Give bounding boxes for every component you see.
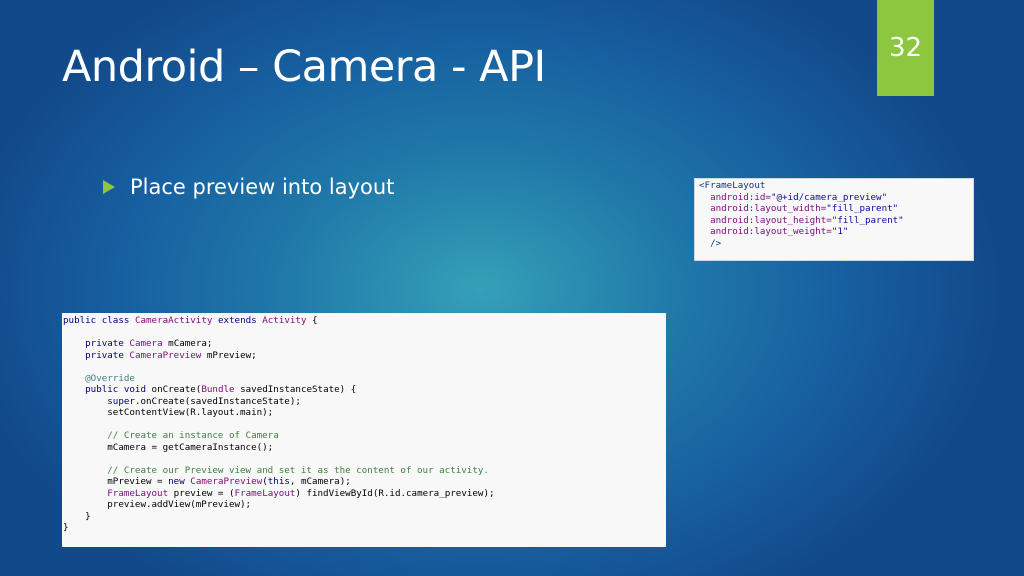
slide-title: Android – Camera - API <box>62 42 546 92</box>
code-token: mCamera = getCameraInstance(); <box>107 441 274 453</box>
code-token: , mCamera); <box>289 476 351 487</box>
code-token: setContentView(R.layout.main); <box>107 407 274 418</box>
page-number: 32 <box>888 33 923 63</box>
java-code-block: public class CameraActivity extends Acti… <box>62 313 666 547</box>
code-token: Activity <box>262 315 307 326</box>
xml-code-block: <FrameLayout android:id="@+id/camera_pre… <box>694 178 974 261</box>
code-token: mPreview = <box>107 476 163 487</box>
code-token: preview = ( <box>173 487 235 499</box>
code-token: "fill_parent" <box>831 214 904 226</box>
code-token: } <box>85 510 91 522</box>
code-token: CameraActivity <box>134 315 213 326</box>
bullet-item: Place preview into layout <box>103 175 394 199</box>
bullet-text: Place preview into layout <box>130 175 395 199</box>
page-number-badge: 32 <box>877 0 934 96</box>
code-token: @Override <box>85 372 135 384</box>
code-token: Bundle <box>201 384 235 395</box>
code-token: savedInstanceState) { <box>240 384 357 395</box>
code-token: this <box>267 476 290 487</box>
code-token: onCreate( <box>151 384 202 395</box>
code-comment: // Create our Preview view and set it as… <box>107 464 489 476</box>
code-token: } <box>63 522 69 533</box>
code-token: "@+id/camera_preview" <box>770 191 888 203</box>
code-comment: // Create an instance of Camera <box>107 430 279 441</box>
code-token: new <box>168 476 185 487</box>
code-token: CameraPreview <box>190 476 263 487</box>
code-token: private <box>85 338 124 349</box>
code-token: android:id= <box>710 191 771 203</box>
code-token: super <box>107 395 135 407</box>
code-token: public void <box>85 384 146 395</box>
code-token: android:layout_height= <box>710 214 832 226</box>
code-token: "1" <box>831 226 849 237</box>
triangle-bullet-icon <box>103 180 115 194</box>
code-token: mPreview; <box>206 349 257 361</box>
code-token: public class <box>63 315 130 326</box>
code-token: .onCreate(savedInstanceState); <box>134 395 301 407</box>
code-token: FrameLayout <box>234 487 296 499</box>
code-token: { <box>312 315 318 326</box>
code-token: Camera <box>129 338 163 349</box>
code-token: "fill_parent" <box>826 203 899 214</box>
code-token: android:layout_weight= <box>710 226 832 237</box>
code-token: mCamera; <box>168 338 213 349</box>
code-token: extends <box>217 315 257 326</box>
code-token: ) findViewById(R.id.camera_preview); <box>295 487 495 499</box>
code-token: android:layout_width= <box>710 203 827 214</box>
code-token: <FrameLayout <box>699 180 766 191</box>
code-token: private <box>85 349 124 361</box>
code-token: /> <box>710 237 722 249</box>
code-token: FrameLayout <box>107 487 169 499</box>
code-token: preview.addView(mPreview); <box>107 499 252 510</box>
code-token: CameraPreview <box>129 349 202 361</box>
